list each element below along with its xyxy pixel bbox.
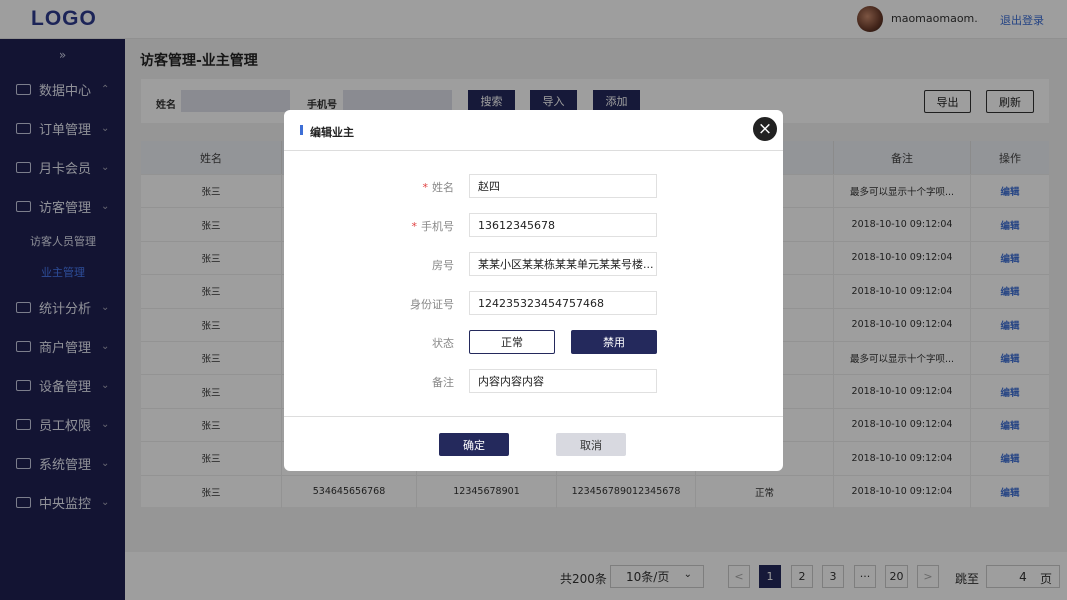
edit-owner-dialog: 编辑业主 × * 姓名 赵四 * 手机号 13612345678 房号 某某小区某某…	[284, 110, 783, 471]
form-row-id-card: 身份证号 124235323454757468	[284, 291, 783, 315]
form-row-phone: * 手机号 13612345678	[284, 213, 783, 237]
required-mark: *	[411, 220, 418, 233]
form-row-status: 状态 正常 禁用	[284, 330, 783, 354]
dialog-title: 编辑业主	[310, 126, 354, 139]
form-row-name: * 姓名 赵四	[284, 174, 783, 198]
status-disabled-button[interactable]: 禁用	[571, 330, 657, 354]
room-field-label: 房号	[432, 259, 454, 272]
status-normal-button[interactable]: 正常	[469, 330, 555, 354]
name-field-label: * 姓名	[422, 181, 455, 194]
title-accent-bar	[300, 125, 303, 135]
required-mark: *	[422, 181, 429, 194]
id-card-field-label: 身份证号	[410, 298, 454, 311]
close-icon[interactable]: ×	[753, 117, 777, 141]
cancel-button[interactable]: 取消	[556, 433, 626, 456]
id-card-field[interactable]: 124235323454757468	[469, 291, 657, 315]
confirm-button[interactable]: 确定	[439, 433, 509, 456]
phone-field-label: * 手机号	[411, 220, 455, 233]
phone-field[interactable]: 13612345678	[469, 213, 657, 237]
status-field-label: 状态	[432, 337, 454, 350]
form-row-room: 房号 某某小区某某栋某某单元某某号楼...	[284, 252, 783, 276]
dialog-footer-divider	[284, 416, 783, 417]
remark-field-label: 备注	[432, 376, 454, 389]
dialog-header: 编辑业主 ×	[284, 110, 783, 151]
name-field[interactable]: 赵四	[469, 174, 657, 198]
form-row-remark: 备注 内容内容内容	[284, 369, 783, 393]
room-field[interactable]: 某某小区某某栋某某单元某某号楼...	[469, 252, 657, 276]
remark-field[interactable]: 内容内容内容	[469, 369, 657, 393]
